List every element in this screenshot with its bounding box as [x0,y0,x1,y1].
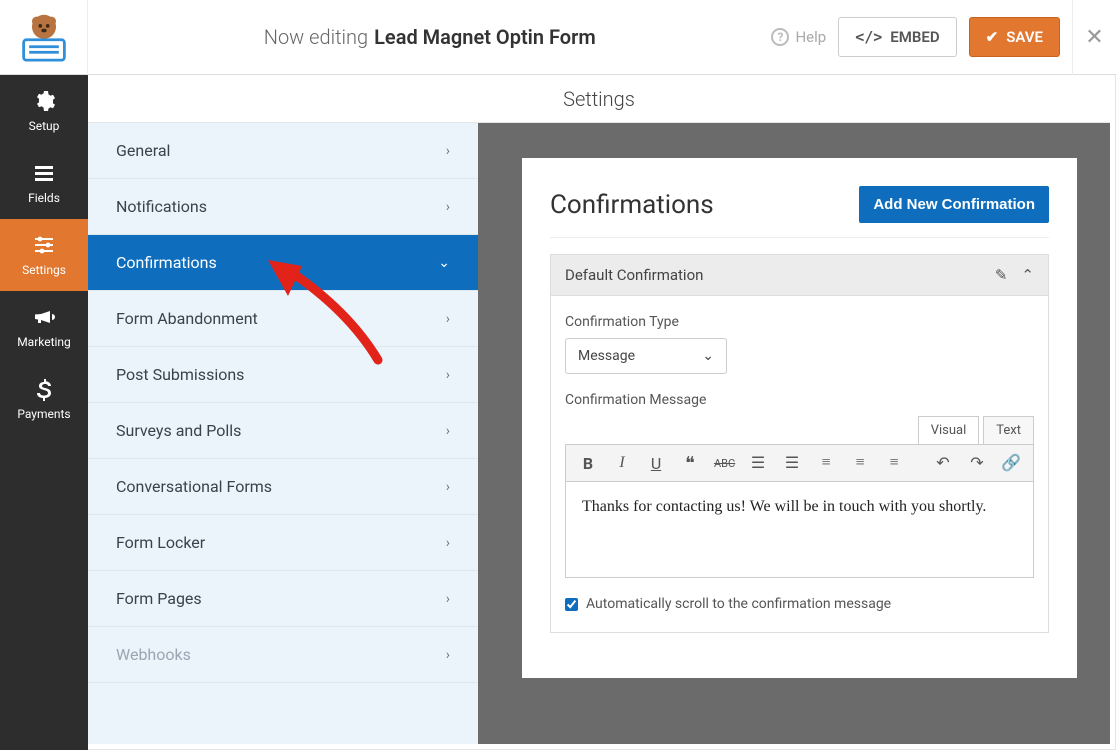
help-link[interactable]: ? Help [771,28,826,46]
underline-button[interactable]: U [646,454,666,473]
chevron-right-icon: › [446,143,450,159]
subnav-notifications[interactable]: Notifications› [88,179,478,235]
edit-icon[interactable]: ✎ [995,266,1008,284]
chevron-down-icon: ⌄ [702,348,714,364]
chevron-right-icon: › [446,423,450,439]
wpforms-logo [0,0,88,75]
quote-button[interactable]: ❝ [680,453,700,474]
confirmation-type-select[interactable]: Message ⌄ [565,338,727,374]
card-title: Default Confirmation [565,266,703,284]
gear-icon [32,89,56,113]
confirmation-message-label: Confirmation Message [565,392,1034,408]
subnav-surveys-polls[interactable]: Surveys and Polls› [88,403,478,459]
subnav-confirmations[interactable]: Confirmations⌄ [88,235,478,291]
autoscroll-option[interactable]: Automatically scroll to the confirmation… [565,596,1034,612]
embed-button[interactable]: </> EMBED [838,17,956,57]
subnav-post-submissions[interactable]: Post Submissions› [88,347,478,403]
rail-setup[interactable]: Setup [0,75,88,147]
confirmation-type-label: Confirmation Type [565,314,1034,330]
ol-button[interactable]: ☰ [782,453,802,473]
chevron-down-icon: ⌄ [438,255,450,271]
align-left-button[interactable]: ≡ [816,454,836,472]
chevron-right-icon: › [446,199,450,215]
bold-button[interactable]: B [578,454,598,473]
subnav-general[interactable]: General› [88,123,478,179]
embed-icon: </> [855,28,882,46]
rail-marketing[interactable]: Marketing [0,291,88,363]
rail-payments[interactable]: Payments [0,363,88,435]
panel-title: Confirmations [550,190,714,220]
editor-tab-visual[interactable]: Visual [918,416,980,444]
align-center-button[interactable]: ≡ [850,454,870,472]
subnav-webhooks[interactable]: Webhooks› [88,627,478,683]
ul-button[interactable]: ☰ [748,453,768,473]
chevron-right-icon: › [446,647,450,663]
add-confirmation-button[interactable]: Add New Confirmation [859,186,1049,223]
close-icon: ✕ [1085,25,1103,50]
settings-header: Settings [88,75,1110,123]
italic-button[interactable]: I [612,454,632,472]
align-right-button[interactable]: ≡ [884,454,904,472]
confirmation-card-header[interactable]: Default Confirmation ✎ ⌃ [550,254,1049,296]
chevron-right-icon: › [446,591,450,607]
page-title: Now editing Lead Magnet Optin Form [88,25,771,49]
rail-settings[interactable]: Settings [0,219,88,291]
dollar-icon [32,377,56,401]
chevron-right-icon: › [446,367,450,383]
chevron-right-icon: › [446,311,450,327]
editing-prefix: Now editing [264,25,368,49]
editor-toolbar: B I U ❝ ABC ☰ ☰ ≡ ≡ ≡ ↶ ↷ 🔗 [565,444,1034,482]
bullhorn-icon [32,305,56,329]
subnav-form-abandonment[interactable]: Form Abandonment› [88,291,478,347]
rail-fields[interactable]: Fields [0,147,88,219]
subnav-form-locker[interactable]: Form Locker› [88,515,478,571]
strike-button[interactable]: ABC [714,457,734,470]
form-name: Lead Magnet Optin Form [374,25,596,49]
chevron-right-icon: › [446,535,450,551]
list-icon [32,161,56,185]
settings-subnav: General› Notifications› Confirmations⌄ F… [88,123,478,744]
link-button[interactable]: 🔗 [1001,453,1021,473]
chevron-right-icon: › [446,479,450,495]
save-button[interactable]: ✔ SAVE [969,17,1060,57]
collapse-icon[interactable]: ⌃ [1021,266,1034,284]
redo-button[interactable]: ↷ [967,453,987,473]
editor-tab-text[interactable]: Text [983,416,1034,444]
help-icon: ? [771,28,789,46]
subnav-form-pages[interactable]: Form Pages› [88,571,478,627]
sliders-icon [32,233,56,257]
undo-button[interactable]: ↶ [933,453,953,473]
close-button[interactable]: ✕ [1072,0,1116,75]
subnav-conversational-forms[interactable]: Conversational Forms› [88,459,478,515]
confirmation-message-editor[interactable]: Thanks for contacting us! We will be in … [565,482,1034,578]
check-icon: ✔ [986,28,999,46]
autoscroll-checkbox[interactable] [565,598,578,611]
